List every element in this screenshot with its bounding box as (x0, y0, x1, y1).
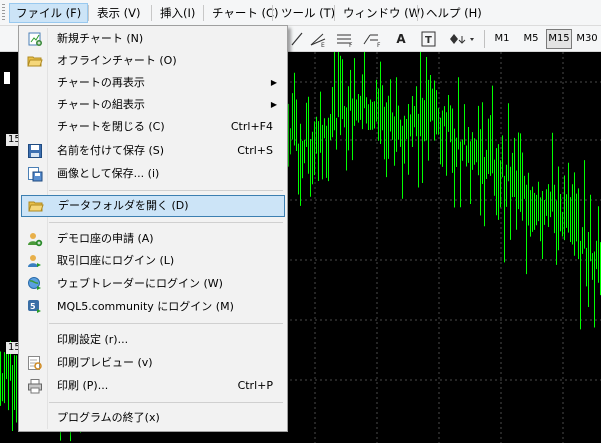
menu-item-label: データフォルダを開く (D) (58, 199, 189, 212)
submenu-arrow-icon: ▶ (270, 100, 277, 109)
submenu-arrow-icon: ▶ (270, 78, 277, 87)
fibo-retracement-icon[interactable]: F (335, 30, 355, 49)
menu-item-label: ウェブトレーダーにログイン (W) (57, 277, 223, 290)
menu-insert[interactable]: 挿入(I) (154, 3, 201, 23)
menu-separator (49, 323, 283, 324)
timeframe-m5-button[interactable]: M5 (518, 29, 544, 49)
menu-item-close-chart[interactable]: チャートを閉じる (C) Ctrl+F4 (21, 116, 285, 138)
folder-open-icon (27, 56, 43, 67)
menubar-grip (2, 4, 5, 22)
menu-item-label: 新規チャート (N) (57, 32, 144, 45)
svg-text:F: F (349, 42, 353, 48)
svg-text:F: F (377, 42, 381, 48)
svg-text:5: 5 (30, 302, 36, 311)
demo-account-icon (28, 233, 43, 247)
toolbar-separator (484, 30, 485, 48)
printer-icon (28, 379, 42, 394)
menu-item-offline-chart[interactable]: オフラインチャート (O) (21, 50, 285, 72)
menu-file[interactable]: ファイル (F) (9, 3, 89, 23)
folder-icon (28, 201, 44, 212)
menu-item-login-mql5[interactable]: 5 MQL5.community にログイン (M) (21, 296, 285, 318)
menu-item-label: デモロ座の申請 (A) (57, 232, 154, 245)
menu-separator (88, 5, 89, 21)
menu-item-label: MQL5.community にログイン (M) (57, 300, 234, 313)
menu-item-new-chart[interactable]: 新規チャート (N) (21, 28, 285, 50)
new-chart-icon (28, 32, 42, 46)
menu-item-login-webtrader[interactable]: ウェブトレーダーにログイン (W) (21, 273, 285, 295)
webtrader-icon (28, 277, 41, 290)
menu-item-label: 印刷 (P)... (57, 379, 109, 392)
menu-item-label: チャートの再表示 (57, 76, 145, 89)
menu-separator (334, 5, 335, 21)
menu-item-login-trade-account[interactable]: 取引口座にログイン (L) (21, 250, 285, 272)
menu-tools[interactable]: ツール (T) (275, 3, 341, 23)
timeframe-m1-button[interactable]: M1 (489, 29, 515, 49)
menu-item-label: 印刷プレビュー (v) (57, 356, 153, 369)
save-image-icon (28, 167, 43, 182)
save-icon (28, 144, 42, 158)
svg-text:T: T (425, 35, 432, 46)
fibo-fan-icon[interactable]: E (308, 30, 328, 49)
line-tool-icon[interactable] (290, 30, 304, 48)
text-tool-icon[interactable]: A (394, 30, 408, 48)
arrows-dropdown-icon[interactable] (448, 30, 478, 48)
menu-item-label: チャートを閉じる (C) (57, 120, 165, 133)
menu-item-reopen-chart[interactable]: チャートの再表示 ▶ (21, 72, 285, 94)
menu-separator (49, 190, 283, 191)
menu-item-save-as[interactable]: 名前を付けて保存 (S) Ctrl+S (21, 140, 285, 162)
menu-shortcut: Ctrl+P (237, 379, 273, 392)
menu-item-label: 印刷設定 (r)... (57, 333, 129, 346)
menu-item-label: 画像として保存... (i) (57, 167, 160, 180)
menu-item-profiles[interactable]: チャートの組表示 ▶ (21, 94, 285, 116)
menu-item-label: 取引口座にログイン (L) (57, 254, 175, 267)
menu-separator (203, 5, 204, 21)
menu-separator (417, 5, 418, 21)
menu-item-label: オフラインチャート (O) (57, 54, 177, 67)
menu-item-label: チャートの組表示 (57, 98, 145, 111)
menu-view[interactable]: 表示 (V) (91, 3, 147, 23)
menu-item-exit[interactable]: プログラムの終了(x) (21, 407, 285, 429)
file-menu-dropdown: 新規チャート (N) オフラインチャート (O) チャートの再表示 ▶ チャート… (18, 25, 288, 432)
menu-item-label: プログラムの終了(x) (57, 411, 160, 424)
menu-item-label: 名前を付けて保存 (S) (57, 144, 165, 157)
menu-item-save-as-picture[interactable]: 画像として保存... (i) (21, 163, 285, 185)
menu-item-open-demo-account[interactable]: デモロ座の申請 (A) (21, 228, 285, 250)
text-label-icon[interactable]: T (420, 30, 438, 48)
menu-help[interactable]: ヘルプ (H) (420, 3, 488, 23)
menu-shortcut: Ctrl+S (237, 144, 273, 157)
menu-item-print-setup[interactable]: 印刷設定 (r)... (21, 329, 285, 351)
menu-bar: ファイル (F) 表示 (V) 挿入(I) チャート (C) ツール (T) ウ… (0, 0, 601, 26)
login-icon (28, 255, 41, 267)
chart-corner-marker (4, 72, 10, 84)
timeframe-m30-button[interactable]: M30 (574, 29, 600, 49)
svg-text:E: E (321, 42, 325, 48)
menu-shortcut: Ctrl+F4 (230, 120, 273, 133)
print-preview-icon (28, 356, 42, 370)
fibo-expansion-icon[interactable]: F (362, 30, 384, 49)
mql5-icon: 5 (28, 300, 41, 313)
menu-item-print[interactable]: 印刷 (P)... Ctrl+P (21, 375, 285, 397)
menu-item-open-data-folder[interactable]: データフォルダを開く (D) (21, 195, 285, 217)
menu-separator (49, 222, 283, 223)
menu-separator (151, 5, 152, 21)
menu-separator (272, 5, 273, 21)
menu-item-print-preview[interactable]: 印刷プレビュー (v) (21, 352, 285, 374)
timeframe-m15-button[interactable]: M15 (546, 29, 572, 49)
menu-separator (49, 402, 283, 403)
